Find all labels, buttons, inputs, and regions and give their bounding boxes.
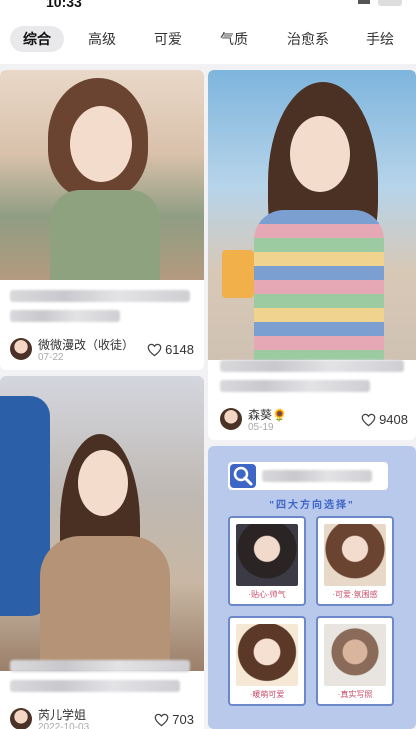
status-bar: 10:33 — [0, 0, 416, 14]
post-date: 05-19 — [248, 422, 274, 433]
poster-frame: ·真实写照 — [316, 616, 394, 706]
tab-healing[interactable]: 治愈系 — [278, 26, 338, 52]
post-date: 2022-10-03 — [38, 722, 90, 729]
poster-frame: ·贴心·帅气 — [228, 516, 306, 606]
author-name[interactable]: 芮儿学姐 — [38, 706, 86, 723]
tab-premium[interactable]: 高级 — [78, 26, 126, 52]
avatar[interactable] — [220, 408, 242, 430]
blurred-title — [220, 360, 404, 372]
striped-top — [254, 210, 384, 360]
face-shape — [290, 116, 350, 192]
blurred-title — [10, 680, 180, 692]
author-name[interactable]: 森葵🌻 — [248, 406, 287, 423]
status-time: 10:33 — [46, 0, 82, 10]
post-image[interactable] — [0, 376, 204, 671]
category-tabs: 综合 高级 可爱 气质 治愈系 手绘 — [0, 14, 416, 64]
avatar[interactable] — [10, 338, 32, 360]
post-image[interactable] — [0, 70, 204, 280]
frame-picture — [236, 624, 298, 686]
blurred-title — [220, 380, 370, 392]
post-card-poster[interactable]: "四大方向选择" ·贴心·帅气 ·可爱·氛围感 ·暖萌可爱 ·真实写照 — [208, 446, 416, 729]
frame-caption: ·真实写照 — [337, 690, 373, 699]
post-card[interactable]: 森葵🌻 05-19 9408 — [208, 70, 416, 440]
like-count: 6148 — [165, 342, 194, 357]
frame-picture — [324, 524, 386, 586]
blurred-title — [10, 290, 190, 302]
like-button[interactable]: 9408 — [361, 412, 408, 427]
avatar[interactable] — [10, 708, 32, 729]
battery-icon — [378, 0, 402, 6]
drink-cup — [222, 250, 254, 298]
post-card[interactable]: 芮儿学姐 2022-10-03 703 — [0, 376, 204, 729]
signal-icon — [358, 0, 370, 4]
search-icon — [230, 464, 256, 488]
face-shape — [70, 106, 132, 182]
tab-handdrawn[interactable]: 手绘 — [356, 26, 404, 52]
face-shape — [78, 450, 128, 516]
post-card[interactable]: 微微漫改（收徒） 07-22 6148 — [0, 70, 204, 370]
poster-frame: ·可爱·氛围感 — [316, 516, 394, 606]
jacket-shape — [50, 190, 160, 280]
heart-icon — [361, 413, 376, 426]
heart-icon — [154, 713, 169, 726]
like-button[interactable]: 6148 — [147, 342, 194, 357]
heart-icon — [147, 343, 162, 356]
author-name[interactable]: 微微漫改（收徒） — [38, 336, 134, 353]
blurred-title — [262, 470, 372, 482]
blurred-title — [10, 310, 120, 322]
poster-headline: "四大方向选择" — [269, 500, 355, 511]
poster-frame: ·暖萌可爱 — [228, 616, 306, 706]
like-button[interactable]: 703 — [154, 712, 194, 727]
like-count: 9408 — [379, 412, 408, 427]
tab-comprehensive[interactable]: 综合 — [10, 26, 64, 52]
like-count: 703 — [172, 712, 194, 727]
post-date: 07-22 — [38, 352, 64, 363]
frame-caption: ·贴心·帅气 — [248, 590, 286, 599]
post-image[interactable] — [208, 70, 416, 360]
dress-shape — [40, 536, 170, 671]
feed: 微微漫改（收徒） 07-22 6148 芮儿学姐 2022-10-03 703 — [0, 64, 416, 729]
tab-elegant[interactable]: 气质 — [210, 26, 258, 52]
frame-caption: ·暖萌可爱 — [249, 690, 285, 699]
frame-caption: ·可爱·氛围感 — [332, 590, 378, 599]
frame-picture — [236, 524, 298, 586]
frame-picture — [324, 624, 386, 686]
tab-cute[interactable]: 可爱 — [144, 26, 192, 52]
blurred-title — [10, 660, 190, 672]
